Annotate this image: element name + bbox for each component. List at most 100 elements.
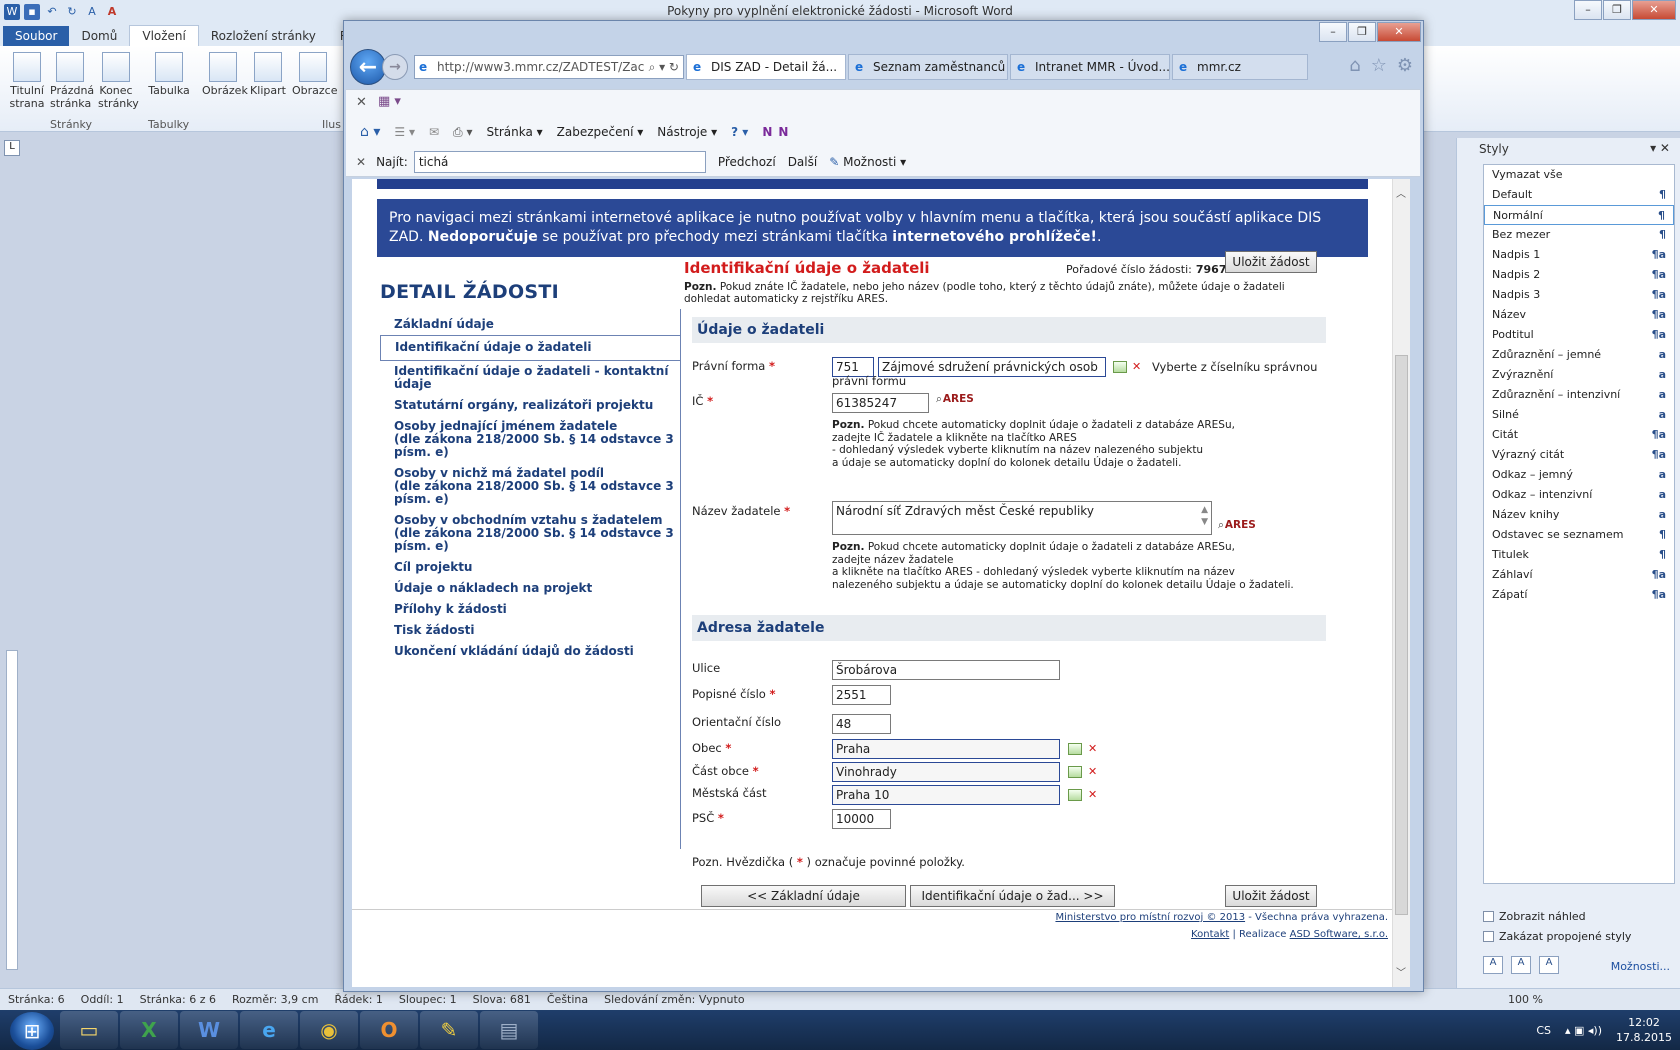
style-item[interactable]: Zápatí ¶a bbox=[1484, 585, 1674, 605]
gear-icon[interactable]: ⚙ bbox=[1397, 55, 1413, 76]
sidebar-item-2[interactable]: Identifikační údaje o žadateli - kontakt… bbox=[380, 361, 680, 395]
sidebar-item-6[interactable]: Osoby v obchodním vztahu s žadatelem (dle… bbox=[380, 510, 680, 557]
style-item[interactable]: Záhlaví ¶a bbox=[1484, 565, 1674, 585]
table-button[interactable]: Tabulka bbox=[148, 52, 190, 97]
tab-seznam-zamestnancu[interactable]: e Seznam zaměstnanců bbox=[848, 54, 1008, 80]
home-icon[interactable]: ⌂ ▾ bbox=[360, 124, 380, 140]
district-input[interactable]: Praha 10 bbox=[832, 785, 1060, 805]
tab-file[interactable]: Soubor bbox=[3, 26, 70, 46]
style-item[interactable]: Zdůraznění – jemné a bbox=[1484, 345, 1674, 365]
word-close-button[interactable]: ✕ bbox=[1632, 0, 1676, 20]
city-input[interactable]: Praha bbox=[832, 739, 1060, 759]
clear-icon[interactable]: ✕ bbox=[1088, 766, 1104, 778]
footer-asd-link[interactable]: ASD Software, s.r.o. bbox=[1290, 929, 1388, 940]
status-section[interactable]: Oddíl: 1 bbox=[73, 993, 132, 1006]
select-list-icon[interactable] bbox=[1068, 743, 1082, 755]
page-break-button[interactable]: Konec stránky bbox=[98, 52, 139, 110]
style-item[interactable]: Odstavec se seznamem ¶ bbox=[1484, 525, 1674, 545]
styles-options-link[interactable]: Možnosti... bbox=[1611, 960, 1670, 973]
select-list-icon[interactable] bbox=[1068, 789, 1082, 801]
zip-input[interactable]: 10000 bbox=[832, 809, 891, 829]
clock[interactable]: 12:02 17.8.2015 bbox=[1616, 1015, 1672, 1045]
word-minimize-button[interactable]: – bbox=[1574, 0, 1602, 20]
new-style-icon[interactable]: A bbox=[1483, 956, 1503, 974]
close-icon[interactable]: ▾ ✕ bbox=[1650, 141, 1670, 155]
ic-input[interactable]: 61385247 bbox=[832, 393, 929, 413]
status-zoom[interactable]: 100 % bbox=[1500, 993, 1551, 1006]
clear-icon[interactable]: ✕ bbox=[1088, 743, 1104, 755]
close-icon[interactable]: ✕ bbox=[356, 155, 366, 169]
favorites-add-icon[interactable]: ▦ ▾ bbox=[378, 94, 401, 109]
style-inspector-icon[interactable]: A bbox=[1511, 956, 1531, 974]
onenote-icon[interactable]: N bbox=[762, 125, 772, 139]
tab-home[interactable]: Domů bbox=[69, 26, 129, 46]
style-item[interactable]: Default ¶ bbox=[1484, 185, 1674, 205]
save-button-top[interactable]: Uložit žádost bbox=[1225, 251, 1317, 273]
sidebar-item-8[interactable]: Údaje o nákladech na projekt bbox=[380, 578, 680, 599]
help-icon[interactable]: ? ▾ bbox=[731, 125, 748, 139]
city-part-input[interactable]: Vinohrady bbox=[832, 762, 1060, 782]
explorer-taskbar-icon[interactable]: ▭ bbox=[60, 1011, 118, 1049]
forward-button[interactable]: → bbox=[382, 54, 408, 80]
find-previous-button[interactable]: Předchozí bbox=[718, 155, 776, 169]
chrome-taskbar-icon[interactable]: ◉ bbox=[300, 1011, 358, 1049]
word-taskbar-icon[interactable]: W bbox=[180, 1011, 238, 1049]
search-icon[interactable]: ⌕ ▾ ↻ bbox=[649, 56, 679, 78]
cover-page-button[interactable]: Titulní strana bbox=[9, 52, 45, 110]
close-icon[interactable]: ✕ bbox=[356, 95, 367, 110]
style-item[interactable]: Titulek ¶ bbox=[1484, 545, 1674, 565]
select-list-icon[interactable] bbox=[1068, 766, 1082, 778]
style-item[interactable]: Zvýraznění a bbox=[1484, 365, 1674, 385]
security-menu[interactable]: Zabezpečení ▾ bbox=[557, 125, 644, 139]
status-pages[interactable]: Stránka: 6 z 6 bbox=[132, 993, 224, 1006]
find-options-button[interactable]: ✎ Možnosti ▾ bbox=[829, 155, 906, 169]
find-next-button[interactable]: Další bbox=[788, 155, 818, 169]
tab-intranet-mmr[interactable]: e Intranet MMR - Úvod... bbox=[1010, 54, 1170, 80]
legal-form-name-input[interactable]: Zájmové sdružení právnických osob bbox=[878, 357, 1106, 377]
show-preview-checkbox[interactable]: Zobrazit náhled bbox=[1483, 910, 1586, 923]
name-textarea[interactable]: Národní síť Zdravých měst České republik… bbox=[832, 501, 1212, 535]
language-indicator[interactable]: CS bbox=[1536, 1024, 1551, 1037]
status-column[interactable]: Sloupec: 1 bbox=[391, 993, 465, 1006]
house-no-input[interactable]: 2551 bbox=[832, 685, 891, 705]
style-item[interactable]: Odkaz – jemný a bbox=[1484, 465, 1674, 485]
tab-dis-zad[interactable]: e DIS ZAD - Detail žá... ✕ bbox=[686, 54, 846, 80]
picture-button[interactable]: Obrázek bbox=[202, 52, 248, 97]
onenote-linked-icon[interactable]: N bbox=[778, 125, 788, 139]
style-item[interactable]: Bez mezer ¶ bbox=[1484, 225, 1674, 245]
sidebar-item-7[interactable]: Cíl projektu bbox=[380, 557, 680, 578]
style-item[interactable]: Normální ¶ bbox=[1484, 205, 1674, 225]
tab-page-layout[interactable]: Rozložení stránky bbox=[199, 26, 328, 46]
app-taskbar-icon[interactable]: ✎ bbox=[420, 1011, 478, 1049]
clear-icon[interactable]: ✕ bbox=[1132, 361, 1148, 373]
style-item[interactable]: Nadpis 1 ¶a bbox=[1484, 245, 1674, 265]
style-item[interactable]: Nadpis 2 ¶a bbox=[1484, 265, 1674, 285]
tools-menu[interactable]: Nástroje ▾ bbox=[657, 125, 717, 139]
street-input[interactable]: Šrobárova bbox=[832, 660, 1060, 680]
style-item[interactable]: Název knihy a bbox=[1484, 505, 1674, 525]
page-scrollbar[interactable]: ︿ ﹀ bbox=[1392, 179, 1410, 987]
favorites-icon[interactable]: ☆ bbox=[1371, 55, 1387, 76]
mail-icon[interactable]: ✉ bbox=[429, 125, 439, 139]
sidebar-item-11[interactable]: Ukončení vkládání údajů do žádosti bbox=[380, 641, 680, 662]
ie-restore-button[interactable]: ❐ bbox=[1348, 22, 1376, 42]
sidebar-item-10[interactable]: Tisk žádosti bbox=[380, 620, 680, 641]
textarea-scroll-icon[interactable]: ▲ ▼ bbox=[1201, 504, 1208, 528]
shapes-button[interactable]: Obrazce bbox=[292, 52, 338, 97]
scroll-up-icon[interactable]: ︿ bbox=[1396, 185, 1406, 200]
style-item[interactable]: Nadpis 3 ¶a bbox=[1484, 285, 1674, 305]
ares-button-name[interactable]: ⌕ARES bbox=[1218, 519, 1256, 532]
style-item[interactable]: Podtitul ¶a bbox=[1484, 325, 1674, 345]
word-restore-button[interactable]: ❐ bbox=[1603, 0, 1631, 20]
start-button[interactable]: ⊞ bbox=[10, 1011, 54, 1050]
style-item[interactable]: Vymazat vše bbox=[1484, 165, 1674, 185]
address-bar[interactable]: e http://www3.mmr.cz/ZADTEST/Zac ⌕ ▾ ↻ bbox=[414, 55, 684, 79]
tab-insert[interactable]: Vložení bbox=[129, 25, 199, 46]
next-button[interactable]: Identifikační údaje o žad... >> bbox=[910, 885, 1115, 907]
ie-taskbar-icon[interactable]: e bbox=[240, 1011, 298, 1049]
ie-minimize-button[interactable]: – bbox=[1319, 22, 1347, 42]
status-tracking[interactable]: Sledování změn: Vypnuto bbox=[596, 993, 752, 1006]
ruler-toggle-button[interactable]: L bbox=[4, 140, 20, 156]
ares-button-ic[interactable]: ⌕ARES bbox=[936, 393, 974, 406]
select-list-icon[interactable] bbox=[1113, 361, 1127, 373]
